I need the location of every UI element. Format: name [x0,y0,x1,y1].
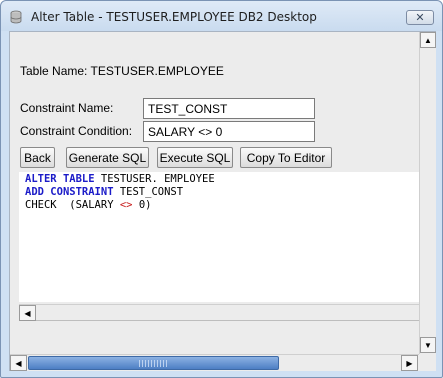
thumb-grip-icon [139,360,169,367]
copy-to-editor-button[interactable]: Copy To Editor [240,147,332,168]
sql-condition: (SALARY [69,199,114,211]
client-area: Table Name: TESTUSER.EMPLOYEE Constraint… [9,31,436,371]
sql-code: ALTER TABLE TESTUSER. EMPLOYEE ADD CONST… [25,173,215,212]
database-icon [10,10,22,24]
scroll-down-icon[interactable]: ▼ [420,337,436,353]
alter-table-window: Alter Table - TESTUSER.EMPLOYEE DB2 Desk… [0,0,443,378]
constraint-name-input[interactable]: TEST_CONST [143,98,315,119]
constraint-name-label: Constraint Name: [20,101,114,115]
execute-sql-button[interactable]: Execute SQL [157,147,233,168]
sql-check: CHECK [25,199,57,211]
scroll-left-icon[interactable]: ◀ [10,355,27,371]
constraint-condition-input[interactable]: SALARY <> 0 [143,121,315,142]
sql-identifier: TEST_CONST [119,186,184,198]
title-bar[interactable]: Alter Table - TESTUSER.EMPLOYEE DB2 Desk… [1,1,442,31]
close-icon: ✕ [415,11,425,24]
sql-identifier: TESTUSER. EMPLOYEE [100,173,215,185]
sql-keyword: ADD [25,186,44,198]
sql-keyword: ALTER [25,173,57,185]
close-button[interactable]: ✕ [406,10,434,25]
back-button[interactable]: Back [20,147,55,168]
vertical-scrollbar[interactable]: ▲ ▼ [419,32,436,354]
constraint-condition-label: Constraint Condition: [20,124,133,138]
form-panel: Table Name: TESTUSER.EMPLOYEE Constraint… [10,32,419,354]
scroll-right-icon[interactable]: ▶ [401,355,418,371]
table-name-label: Table Name: TESTUSER.EMPLOYEE [20,64,224,78]
sql-keyword: CONSTRAINT [50,186,114,198]
window-title: Alter Table - TESTUSER.EMPLOYEE DB2 Desk… [31,10,317,24]
horizontal-scrollbar[interactable]: ◀ ▶ [10,354,419,371]
sql-text-area[interactable]: ALTER TABLE TESTUSER. EMPLOYEE ADD CONST… [19,172,419,302]
scroll-left-icon[interactable]: ◀ [19,305,36,321]
scroll-corner [419,354,436,371]
scroll-up-icon[interactable]: ▲ [420,32,436,48]
scrollbar-thumb[interactable] [28,356,279,370]
generate-sql-button[interactable]: Generate SQL [66,147,149,168]
sql-operator: <> [119,199,133,211]
sql-keyword: TABLE [62,173,95,185]
sql-horizontal-scrollbar[interactable]: ◀ [19,304,419,321]
sql-value: 0) [138,199,152,211]
